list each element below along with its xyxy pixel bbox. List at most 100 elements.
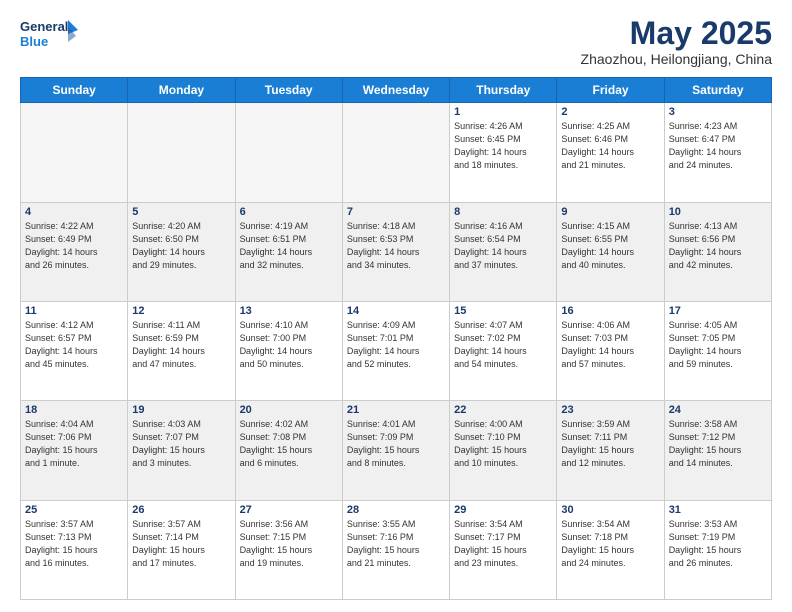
calendar-header-tuesday: Tuesday: [235, 78, 342, 103]
calendar-week-3: 11 Sunrise: 4:12 AM Sunset: 6:57 PM Dayli…: [21, 301, 772, 400]
day-number: 15: [454, 305, 552, 317]
calendar-header-friday: Friday: [557, 78, 664, 103]
day-number: 11: [25, 305, 123, 317]
day-detail: Sunrise: 3:56 AM Sunset: 7:15 PM Dayligh…: [240, 518, 338, 570]
calendar-cell-1-5: 1 Sunrise: 4:26 AM Sunset: 6:45 PM Daylig…: [450, 103, 557, 202]
day-number: 12: [132, 305, 230, 317]
calendar-header-wednesday: Wednesday: [342, 78, 449, 103]
day-detail: Sunrise: 4:16 AM Sunset: 6:54 PM Dayligh…: [454, 220, 552, 272]
day-number: 3: [669, 106, 767, 118]
day-number: 19: [132, 404, 230, 416]
calendar-header-thursday: Thursday: [450, 78, 557, 103]
page: General Blue May 2025 Zhaozhou, Heilongj…: [0, 0, 792, 612]
logo-svg: General Blue: [20, 16, 80, 56]
svg-text:Blue: Blue: [20, 34, 48, 49]
day-number: 23: [561, 404, 659, 416]
day-number: 30: [561, 504, 659, 516]
location: Zhaozhou, Heilongjiang, China: [581, 51, 772, 67]
calendar-header-saturday: Saturday: [664, 78, 771, 103]
day-number: 14: [347, 305, 445, 317]
day-detail: Sunrise: 3:57 AM Sunset: 7:13 PM Dayligh…: [25, 518, 123, 570]
calendar-cell-1-7: 3 Sunrise: 4:23 AM Sunset: 6:47 PM Daylig…: [664, 103, 771, 202]
day-number: 17: [669, 305, 767, 317]
calendar-cell-3-7: 17 Sunrise: 4:05 AM Sunset: 7:05 PM Dayli…: [664, 301, 771, 400]
day-detail: Sunrise: 4:25 AM Sunset: 6:46 PM Dayligh…: [561, 120, 659, 172]
day-detail: Sunrise: 3:57 AM Sunset: 7:14 PM Dayligh…: [132, 518, 230, 570]
calendar-week-2: 4 Sunrise: 4:22 AM Sunset: 6:49 PM Daylig…: [21, 202, 772, 301]
day-number: 21: [347, 404, 445, 416]
day-number: 18: [25, 404, 123, 416]
logo: General Blue: [20, 16, 80, 56]
calendar-cell-1-3: [235, 103, 342, 202]
day-detail: Sunrise: 4:12 AM Sunset: 6:57 PM Dayligh…: [25, 319, 123, 371]
calendar-cell-4-1: 18 Sunrise: 4:04 AM Sunset: 7:06 PM Dayli…: [21, 401, 128, 500]
calendar-cell-1-6: 2Sunrise: 4:25 AM Sunset: 6:46 PM Daylig…: [557, 103, 664, 202]
day-detail: Sunrise: 4:03 AM Sunset: 7:07 PM Dayligh…: [132, 418, 230, 470]
day-detail: Sunrise: 4:04 AM Sunset: 7:06 PM Dayligh…: [25, 418, 123, 470]
calendar-cell-5-7: 31Sunrise: 3:53 AM Sunset: 7:19 PM Dayli…: [664, 500, 771, 599]
day-detail: Sunrise: 4:11 AM Sunset: 6:59 PM Dayligh…: [132, 319, 230, 371]
day-number: 6: [240, 206, 338, 218]
calendar-week-1: 1 Sunrise: 4:26 AM Sunset: 6:45 PM Daylig…: [21, 103, 772, 202]
day-number: 22: [454, 404, 552, 416]
day-number: 25: [25, 504, 123, 516]
calendar-cell-2-7: 10Sunrise: 4:13 AM Sunset: 6:56 PM Dayli…: [664, 202, 771, 301]
day-number: 7: [347, 206, 445, 218]
calendar-cell-3-5: 15Sunrise: 4:07 AM Sunset: 7:02 PM Dayli…: [450, 301, 557, 400]
day-number: 20: [240, 404, 338, 416]
svg-text:General: General: [20, 19, 68, 34]
day-detail: Sunrise: 4:00 AM Sunset: 7:10 PM Dayligh…: [454, 418, 552, 470]
day-number: 31: [669, 504, 767, 516]
month-title: May 2025: [581, 16, 772, 51]
calendar-cell-1-2: [128, 103, 235, 202]
calendar-header-monday: Monday: [128, 78, 235, 103]
day-detail: Sunrise: 4:26 AM Sunset: 6:45 PM Dayligh…: [454, 120, 552, 172]
day-number: 29: [454, 504, 552, 516]
calendar-cell-3-3: 13Sunrise: 4:10 AM Sunset: 7:00 PM Dayli…: [235, 301, 342, 400]
calendar-cell-3-1: 11 Sunrise: 4:12 AM Sunset: 6:57 PM Dayli…: [21, 301, 128, 400]
calendar-cell-2-5: 8 Sunrise: 4:16 AM Sunset: 6:54 PM Daylig…: [450, 202, 557, 301]
day-detail: Sunrise: 3:55 AM Sunset: 7:16 PM Dayligh…: [347, 518, 445, 570]
day-detail: Sunrise: 3:54 AM Sunset: 7:18 PM Dayligh…: [561, 518, 659, 570]
calendar-cell-1-1: [21, 103, 128, 202]
day-detail: Sunrise: 4:22 AM Sunset: 6:49 PM Dayligh…: [25, 220, 123, 272]
calendar-cell-4-5: 22 Sunrise: 4:00 AM Sunset: 7:10 PM Dayli…: [450, 401, 557, 500]
day-number: 26: [132, 504, 230, 516]
calendar-cell-2-3: 6Sunrise: 4:19 AM Sunset: 6:51 PM Daylig…: [235, 202, 342, 301]
day-detail: Sunrise: 4:20 AM Sunset: 6:50 PM Dayligh…: [132, 220, 230, 272]
day-number: 28: [347, 504, 445, 516]
day-number: 5: [132, 206, 230, 218]
calendar-cell-5-5: 29 Sunrise: 3:54 AM Sunset: 7:17 PM Dayli…: [450, 500, 557, 599]
calendar-cell-5-6: 30 Sunrise: 3:54 AM Sunset: 7:18 PM Dayli…: [557, 500, 664, 599]
day-detail: Sunrise: 4:05 AM Sunset: 7:05 PM Dayligh…: [669, 319, 767, 371]
title-block: May 2025 Zhaozhou, Heilongjiang, China: [581, 16, 772, 67]
calendar-cell-5-3: 27Sunrise: 3:56 AM Sunset: 7:15 PM Dayli…: [235, 500, 342, 599]
day-detail: Sunrise: 3:59 AM Sunset: 7:11 PM Dayligh…: [561, 418, 659, 470]
day-number: 4: [25, 206, 123, 218]
day-number: 1: [454, 106, 552, 118]
calendar-cell-5-4: 28 Sunrise: 3:55 AM Sunset: 7:16 PM Dayli…: [342, 500, 449, 599]
calendar-cell-4-7: 24 Sunrise: 3:58 AM Sunset: 7:12 PM Dayli…: [664, 401, 771, 500]
calendar-table: SundayMondayTuesdayWednesdayThursdayFrid…: [20, 77, 772, 600]
calendar-header-sunday: Sunday: [21, 78, 128, 103]
day-detail: Sunrise: 4:23 AM Sunset: 6:47 PM Dayligh…: [669, 120, 767, 172]
day-number: 8: [454, 206, 552, 218]
calendar-cell-4-4: 21Sunrise: 4:01 AM Sunset: 7:09 PM Dayli…: [342, 401, 449, 500]
day-number: 13: [240, 305, 338, 317]
day-detail: Sunrise: 3:54 AM Sunset: 7:17 PM Dayligh…: [454, 518, 552, 570]
day-detail: Sunrise: 4:06 AM Sunset: 7:03 PM Dayligh…: [561, 319, 659, 371]
calendar-cell-3-2: 12 Sunrise: 4:11 AM Sunset: 6:59 PM Dayli…: [128, 301, 235, 400]
calendar-cell-2-1: 4 Sunrise: 4:22 AM Sunset: 6:49 PM Daylig…: [21, 202, 128, 301]
calendar-cell-2-2: 5 Sunrise: 4:20 AM Sunset: 6:50 PM Daylig…: [128, 202, 235, 301]
day-number: 16: [561, 305, 659, 317]
day-detail: Sunrise: 3:58 AM Sunset: 7:12 PM Dayligh…: [669, 418, 767, 470]
calendar-cell-3-4: 14Sunrise: 4:09 AM Sunset: 7:01 PM Dayli…: [342, 301, 449, 400]
day-number: 24: [669, 404, 767, 416]
day-number: 9: [561, 206, 659, 218]
header: General Blue May 2025 Zhaozhou, Heilongj…: [20, 16, 772, 67]
calendar-cell-1-4: [342, 103, 449, 202]
calendar-cell-4-2: 19 Sunrise: 4:03 AM Sunset: 7:07 PM Dayli…: [128, 401, 235, 500]
calendar-cell-3-6: 16 Sunrise: 4:06 AM Sunset: 7:03 PM Dayli…: [557, 301, 664, 400]
day-number: 10: [669, 206, 767, 218]
calendar-cell-5-1: 25 Sunrise: 3:57 AM Sunset: 7:13 PM Dayli…: [21, 500, 128, 599]
